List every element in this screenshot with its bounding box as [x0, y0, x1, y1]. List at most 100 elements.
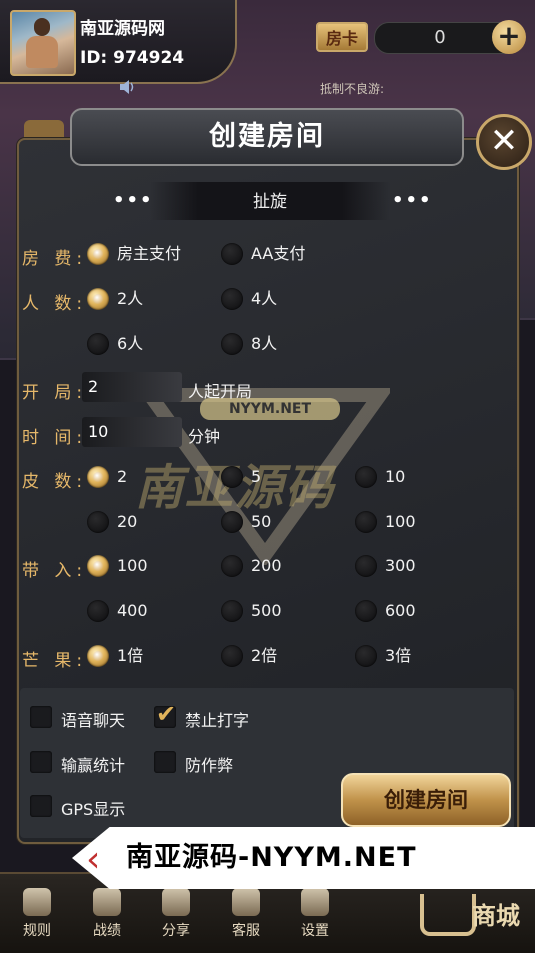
option-label: 2人: [117, 289, 144, 308]
gps-checkbox[interactable]: [30, 795, 52, 817]
skin-label: 皮 数:: [22, 472, 88, 492]
time-input[interactable]: 10: [82, 417, 182, 447]
nav-share[interactable]: 分享: [146, 880, 206, 940]
nickname: 南亚源码网: [80, 19, 165, 39]
option-label: 500: [251, 601, 282, 620]
win-loss-stats-checkbox[interactable]: [30, 751, 52, 773]
start-count-input[interactable]: 2: [82, 372, 182, 402]
radio-unselected: [221, 555, 243, 577]
radio-unselected: [87, 600, 109, 622]
radio-unselected: [87, 333, 109, 355]
radio-unselected: [221, 645, 243, 667]
mango-label: 芒 果:: [22, 651, 88, 671]
shop-label: 商城: [472, 902, 520, 930]
option-label: 300: [385, 556, 416, 575]
option-label: 200: [251, 556, 282, 575]
radio-selected: [87, 645, 109, 667]
banner-text: 南亚源码-NYYM.NET: [126, 842, 417, 873]
radio-unselected: [87, 511, 109, 533]
option-label: 房主支付: [117, 244, 182, 263]
option-label: 8人: [251, 334, 278, 353]
start-unit: 人起开局: [188, 382, 253, 401]
rules-icon: [23, 888, 51, 916]
cart-icon: [420, 894, 476, 936]
radio-unselected: [355, 645, 377, 667]
nav-rules-label: 规则: [23, 923, 51, 939]
room-card-count: 0: [374, 22, 506, 54]
watermark-banner: ‹ 南亚源码-NYYM.NET: [72, 827, 535, 889]
option-label: 3倍: [385, 646, 412, 665]
option-label: 20: [117, 512, 138, 531]
radio-unselected: [221, 466, 243, 488]
mode-prev-dots[interactable]: •••: [113, 190, 154, 211]
radio-unselected: [221, 511, 243, 533]
headset-icon: [232, 888, 260, 916]
fee-label: 房 费:: [22, 249, 88, 269]
players-label: 人 数:: [22, 294, 88, 314]
option-label: 1倍: [117, 646, 144, 665]
nav-service[interactable]: 客服: [216, 880, 276, 940]
nav-settings[interactable]: 设置: [285, 880, 345, 940]
radio-unselected: [355, 555, 377, 577]
marquee-text: 抵制不良游:: [320, 82, 385, 96]
option-label: 100: [385, 512, 416, 531]
voice-chat-checkbox[interactable]: [30, 706, 52, 728]
option-label: 400: [117, 601, 148, 620]
mode-label: 扯旋: [253, 192, 287, 212]
room-card-area: 房卡 0 +: [316, 20, 526, 54]
radio-selected: [87, 243, 109, 265]
gps-label: GPS显示: [61, 800, 126, 819]
time-label: 时 间:: [22, 428, 88, 448]
anti-cheat-checkbox[interactable]: [154, 751, 176, 773]
anti-cheat-label: 防作弊: [185, 756, 234, 775]
win-loss-stats-label: 输赢统计: [61, 756, 126, 775]
radio-selected: [87, 288, 109, 310]
option-label: 100: [117, 556, 148, 575]
avatar[interactable]: [10, 10, 76, 76]
option-label: 600: [385, 601, 416, 620]
top-bar: 南亚源码网 ID: 974924 房卡 0 +: [0, 0, 535, 84]
gear-icon: [301, 888, 329, 916]
option-label: AA支付: [251, 244, 306, 263]
nav-record[interactable]: 战绩: [77, 880, 137, 940]
room-card-label: 房卡: [316, 22, 368, 52]
shop-button[interactable]: 商城: [420, 882, 530, 942]
radio-unselected: [221, 288, 243, 310]
option-label: 4人: [251, 289, 278, 308]
option-label: 2: [117, 467, 128, 486]
option-label: 5: [251, 467, 262, 486]
close-button[interactable]: ✕: [476, 114, 532, 170]
nav-settings-label: 设置: [301, 923, 329, 939]
radio-selected: [87, 466, 109, 488]
add-card-button[interactable]: +: [492, 20, 526, 54]
start-label: 开 局:: [22, 383, 88, 403]
dialog-header: 创建房间: [70, 108, 464, 166]
option-label: 6人: [117, 334, 144, 353]
radio-unselected: [355, 466, 377, 488]
speaker-icon: [120, 80, 134, 94]
radio-unselected: [221, 600, 243, 622]
no-typing-checkbox[interactable]: [154, 700, 176, 728]
no-typing-label: 禁止打字: [185, 711, 250, 730]
radio-unselected: [355, 511, 377, 533]
radio-unselected: [221, 333, 243, 355]
radio-unselected: [355, 600, 377, 622]
mode-next-dots[interactable]: •••: [392, 190, 433, 211]
create-room-button[interactable]: 创建房间: [341, 773, 511, 827]
nav-service-label: 客服: [232, 923, 260, 939]
star-icon: [93, 888, 121, 916]
voice-chat-label: 语音聊天: [61, 711, 126, 730]
radio-unselected: [221, 243, 243, 265]
user-id: ID: 974924: [80, 48, 185, 68]
radio-selected: [87, 555, 109, 577]
mode-selector[interactable]: 扯旋: [150, 182, 390, 220]
nav-rules[interactable]: 规则: [7, 880, 67, 940]
dialog-title: 创建房间: [209, 121, 325, 152]
option-label: 10: [385, 467, 406, 486]
nav-record-label: 战绩: [93, 923, 121, 939]
nav-share-label: 分享: [162, 923, 190, 939]
profile-panel: 南亚源码网 ID: 974924: [0, 0, 237, 84]
option-label: 2倍: [251, 646, 278, 665]
option-label: 50: [251, 512, 272, 531]
buyin-label: 带 入:: [22, 561, 88, 581]
